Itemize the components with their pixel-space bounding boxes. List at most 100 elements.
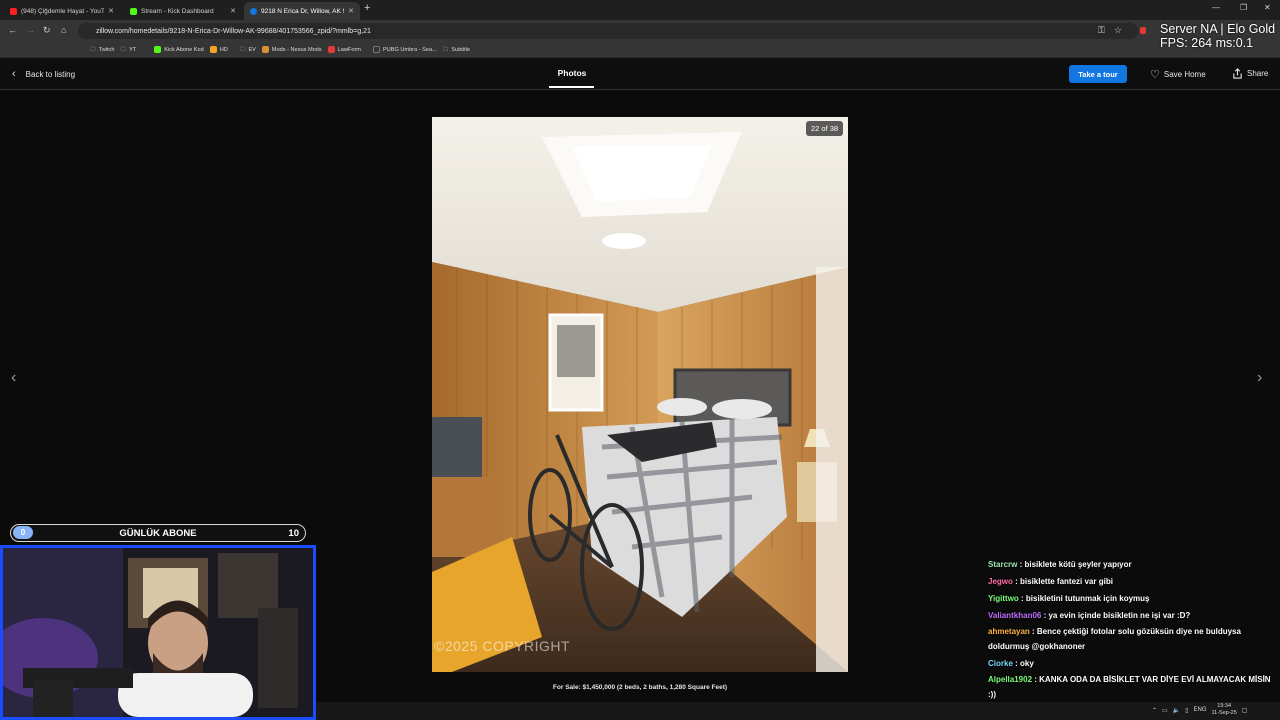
password-key-icon[interactable]: ⚿ — [1098, 25, 1105, 36]
bookmark-label: Twitch — [98, 46, 115, 53]
browser-tab-youtube[interactable]: (948) Çiğdemle Hayat - YouTube ✕ — [4, 2, 120, 20]
address-bar[interactable]: zillow.com/homedetails/9218-N-Erica-Dr-W… — [78, 23, 1138, 39]
browser-tab-zillow[interactable]: 9218 N Erica Dr, Willow, AK 99 ✕ — [244, 2, 360, 20]
close-icon[interactable]: ✕ — [348, 7, 354, 15]
chevron-left-icon: ‹ — [11, 369, 17, 386]
network-icon[interactable]: ▭ — [1162, 707, 1168, 714]
tab-title: Stream - Kick Dashboard — [141, 7, 214, 15]
language-indicator[interactable]: ENG — [1194, 707, 1207, 713]
chat-username: Alpella1902 — [988, 675, 1033, 684]
chat-text: : bisiklete kötü şeyler yapıyor — [1017, 560, 1132, 569]
clock-date: 11-Sep-25 — [1211, 710, 1237, 716]
bookmark-icon — [209, 46, 217, 53]
bookmark-folder-ev[interactable]: 🗀 EV — [240, 45, 256, 55]
bookmark-label: PUBG Umbra - Sea... — [382, 46, 437, 53]
chevron-right-icon: › — [1257, 369, 1263, 386]
bookmark-label: EV — [248, 46, 256, 53]
close-window-icon[interactable]: ✕ — [1264, 3, 1271, 12]
chat-username: Valiantkhan06 — [988, 611, 1042, 620]
back-to-listing-link[interactable]: ‹ Back to listing — [12, 68, 75, 80]
minimize-icon[interactable]: — — [1212, 3, 1220, 12]
bookmark-label: YT — [129, 46, 137, 53]
share-button[interactable]: Share — [1232, 68, 1268, 79]
chevron-up-icon[interactable]: ⌃ — [1152, 707, 1157, 714]
server-status-text: Server NA | Elo Gold — [1160, 22, 1276, 36]
previous-photo-button[interactable]: ‹ — [11, 369, 16, 387]
webcam-feed-illustration — [3, 548, 313, 717]
chat-text: : ya evin içinde bisikletin ne işi var :… — [1041, 611, 1191, 620]
save-label: Save Home — [1163, 70, 1206, 79]
chat-message: ahmetayan : Bence çektiği fotolar solu g… — [988, 625, 1280, 654]
bookmark-folder-subtitle[interactable]: 🗀 Subtitle — [443, 45, 470, 55]
extension-icon[interactable] — [1140, 27, 1146, 34]
chat-message: Valiantkhan06 : ya evin içinde bisikleti… — [988, 607, 1280, 624]
chevron-left-icon: ‹ — [12, 68, 16, 80]
listing-caption: For Sale: $1,450,000 (2 beds, 2 baths, 1… — [552, 684, 728, 691]
bookmark-lawform[interactable]: LawForm — [327, 46, 361, 53]
heart-icon: ♡ — [1150, 69, 1160, 81]
chat-message: Ciorke : oky — [988, 655, 1280, 672]
active-tab-indicator — [549, 86, 594, 88]
chat-username: Ciorke — [988, 659, 1013, 668]
url-text: zillow.com/homedetails/9218-N-Erica-Dr-W… — [96, 27, 371, 35]
battery-icon[interactable]: ▯ — [1185, 707, 1188, 714]
folder-icon: 🗀 — [442, 46, 449, 53]
clock-time: 19:34 — [1217, 703, 1232, 709]
volume-icon[interactable]: 🔈 — [1173, 707, 1180, 714]
kick-icon — [130, 7, 137, 15]
tab-title: (948) Çiğdemle Hayat - YouTube — [21, 7, 105, 15]
close-icon[interactable]: ✕ — [108, 7, 114, 15]
bookmark-folder-twitch[interactable]: 🗀 Twitch — [90, 45, 114, 55]
nexus-icon — [261, 46, 269, 53]
clock[interactable]: 19:34 11-Sep-25 — [1212, 703, 1237, 717]
back-icon[interactable]: ← — [8, 25, 17, 35]
take-a-tour-button[interactable]: Take a tour — [1069, 65, 1127, 83]
back-label: Back to listing — [25, 69, 76, 79]
share-icon — [1233, 68, 1242, 79]
chat-username: Starcrw — [988, 560, 1018, 569]
bookmark-label: LawForm — [337, 46, 361, 53]
chat-text: : oky — [1012, 659, 1034, 668]
save-home-button[interactable]: ♡ Save Home — [1150, 68, 1206, 81]
youtube-icon — [10, 7, 17, 15]
tab-title: 9218 N Erica Dr, Willow, AK 99 — [261, 7, 345, 15]
home-icon[interactable]: ⌂ — [61, 25, 66, 35]
folder-icon: 🗀 — [90, 46, 96, 53]
bookmark-icon — [327, 46, 335, 53]
close-icon[interactable]: ✕ — [230, 7, 236, 15]
next-photo-button[interactable]: › — [1257, 369, 1262, 387]
reload-icon[interactable]: ↻ — [43, 25, 51, 36]
notification-icon[interactable]: ▢ — [1242, 707, 1248, 714]
bookmark-nexus-mods[interactable]: Mods - Nexus Mods — [261, 46, 322, 53]
bookmark-label: HD — [219, 46, 228, 53]
bookmarks-bar: 🗀 Twitch 🗀 YT Kick Abone Kod HD 🗀 EV Mods -… — [0, 42, 1280, 58]
daily-subscriber-goal-bar: 0 GÜNLÜK ABONE 10 — [10, 524, 306, 542]
bookmark-label: Mods - Nexus Mods — [271, 46, 322, 53]
maximize-icon[interactable]: ❐ — [1240, 3, 1247, 12]
chat-message: Alpella1902 : KANKA ODA DA BİSİKLET VAR … — [988, 673, 1280, 702]
forward-icon[interactable]: → — [26, 25, 35, 35]
bedroom-photo-illustration — [432, 117, 848, 672]
bookmark-label: Kick Abone Kod — [164, 46, 204, 53]
goal-title: GÜNLÜK ABONE — [119, 527, 197, 539]
chat-message: Starcrw : bisiklete kötü şeyler yapıyor — [988, 556, 1280, 573]
browser-tab-kick[interactable]: Stream - Kick Dashboard ✕ — [124, 2, 242, 20]
chat-username: Yigittwo — [988, 594, 1019, 603]
tab-photos[interactable]: Photos — [549, 68, 595, 78]
photo-counter: 22 of 38 — [806, 121, 844, 136]
new-tab-button[interactable]: + — [364, 2, 370, 14]
stream-chat: Starcrw : bisiklete kötü şeyler yapıyor … — [988, 556, 1280, 703]
bookmark-icon — [372, 46, 380, 53]
bookmark-kick-abone-kod[interactable]: Kick Abone Kod — [154, 46, 204, 53]
zillow-icon — [250, 7, 257, 15]
bookmark-pubg-umbra[interactable]: PUBG Umbra - Sea... — [372, 46, 437, 53]
bookmark-folder-yt[interactable]: 🗀 YT — [120, 45, 136, 55]
bookmark-star-icon[interactable]: ☆ — [1114, 25, 1122, 36]
bookmark-label: Subtitle — [451, 46, 471, 53]
bookmark-hd[interactable]: HD — [209, 46, 228, 53]
streamer-webcam — [0, 545, 316, 720]
folder-icon: 🗀 — [239, 46, 246, 53]
chat-message: Jegwo : bisiklette fantezi var gibi — [988, 573, 1280, 590]
kick-icon — [154, 46, 162, 53]
chat-username: Jegwo — [988, 577, 1013, 586]
